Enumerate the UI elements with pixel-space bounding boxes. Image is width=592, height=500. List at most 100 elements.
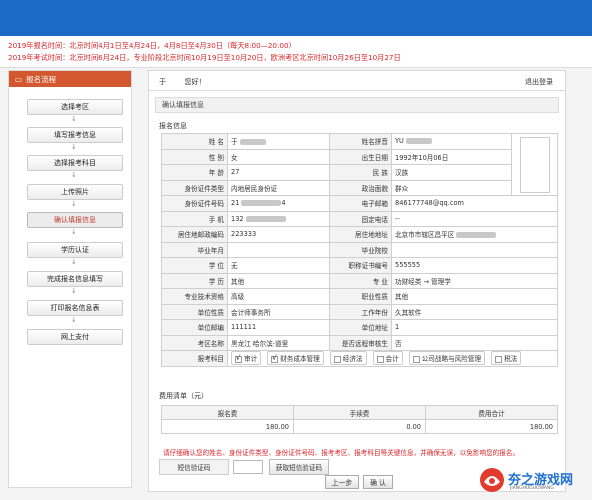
redaction bbox=[239, 139, 266, 146]
subject-strategy-risk[interactable]: 公司战略与风险管理 bbox=[408, 351, 486, 366]
table-row: 手 机 132 固定电话 -- bbox=[161, 210, 558, 227]
step-select-area[interactable]: 选择考区 bbox=[27, 99, 123, 115]
table-row: 单位邮编 111111 单位地址 1 bbox=[161, 319, 558, 336]
subject-audit[interactable]: 审计 bbox=[231, 351, 262, 366]
logout-link[interactable]: 退出登录 bbox=[525, 77, 553, 87]
step-online-payment[interactable]: 网上支付 bbox=[27, 329, 123, 345]
table-row: 180.00 0.00 180.00 bbox=[161, 419, 558, 434]
step-education-verify[interactable]: 学历认证 bbox=[27, 242, 123, 258]
major-value: 功财经类 → 管理学 bbox=[391, 272, 558, 289]
ethnic-value: 汉族 bbox=[391, 164, 512, 181]
subject-label: 公司战略与风险管理 bbox=[421, 355, 482, 364]
step-upload-photo[interactable]: 上传照片 bbox=[27, 184, 123, 200]
step-fill-info[interactable]: 填写报考信息 bbox=[27, 127, 123, 143]
table-row: 性 别 女 出生日期 1992年10月06日 bbox=[161, 148, 558, 165]
position-value: 其他 bbox=[391, 288, 558, 305]
education-value: 其他 bbox=[227, 272, 330, 289]
subject-economic-law[interactable]: 经济法 bbox=[329, 351, 367, 366]
notice-exam-time: 2019年考试时间：北京时间6月24日，专业阶段北京时间10月19日至10月20… bbox=[8, 53, 401, 62]
sms-code-input[interactable] bbox=[233, 460, 263, 474]
step-arrow-icon: ↓ bbox=[71, 143, 77, 151]
notice-registration-time: 2019年报名时间：北京时间4月1日至4月24日，4月8日至4月30日（每天8:… bbox=[8, 41, 296, 50]
pinyin-value-cell: YU bbox=[391, 133, 512, 150]
sidebar-header: ▭ 报名流程 bbox=[9, 71, 131, 87]
table-row: 报名费 手续费 费用合计 bbox=[161, 405, 558, 420]
step-complete-info[interactable]: 完成报名信息填写 bbox=[27, 271, 123, 287]
pinyin-label: 姓名拼音 bbox=[329, 133, 392, 150]
unitaddr-value: 1 bbox=[391, 319, 558, 336]
sms-code-label: 短信验证码 bbox=[159, 459, 229, 475]
idno-label: 身份证件号码 bbox=[161, 195, 228, 212]
watermark-logo-icon bbox=[480, 468, 504, 492]
registration-info-table: 姓 名 于 姓名拼音 YU 性 别 女 出生日期 1992年10月06日 年 龄… bbox=[161, 133, 558, 367]
unitpost-value: 111111 bbox=[227, 319, 330, 336]
birth-label: 出生日期 bbox=[329, 148, 392, 165]
area-label: 考区名称 bbox=[161, 334, 228, 351]
step-arrow-icon: ↓ bbox=[71, 115, 77, 123]
user-bar: 于 您好！ 退出登录 bbox=[149, 71, 565, 91]
subject-financial-management[interactable]: 财务成本管理 bbox=[267, 351, 324, 366]
checkbox-checked-icon bbox=[271, 355, 279, 363]
confirm-warning: 请仔细确认您的姓名、身份证件类型、身份证件号码、报考考区、报考科目等关键信息，并… bbox=[163, 449, 520, 457]
name-label: 姓 名 bbox=[161, 133, 228, 150]
name-value-cell: 于 bbox=[227, 133, 330, 150]
confirm-button[interactable]: 确 认 bbox=[363, 475, 393, 489]
sidebar-title: 报名流程 bbox=[26, 74, 57, 84]
worktime-value: 久其软件 bbox=[391, 303, 558, 320]
age-value: 27 bbox=[227, 164, 330, 181]
table-row: 专业技术资格 高级 职业性质 其他 bbox=[161, 288, 558, 305]
step-confirm-info[interactable]: 确认填报信息 bbox=[27, 212, 123, 228]
checkbox-checked-icon bbox=[235, 355, 242, 363]
mobile-value-cell: 132 bbox=[227, 210, 330, 227]
prev-step-button[interactable]: 上一步 bbox=[325, 475, 359, 489]
politics-label: 政治面貌 bbox=[329, 179, 392, 196]
id-photo bbox=[519, 136, 550, 193]
phone-value: -- bbox=[391, 210, 558, 227]
address-value: 北京市市辖区昌平区 bbox=[395, 231, 455, 240]
table-row: 身份证件号码 21 4 电子邮箱 846177748@qq.com bbox=[161, 195, 558, 212]
step-select-subjects[interactable]: 选择报考科目 bbox=[27, 155, 123, 171]
step-arrow-icon: ↓ bbox=[71, 228, 77, 236]
title-label: 专业技术资格 bbox=[161, 288, 228, 305]
fee-value: 0.00 bbox=[293, 419, 426, 434]
get-sms-code-button[interactable]: 获取短信验证码 bbox=[269, 459, 329, 475]
site-watermark: 夯之游戏网 JIANGHUGUOWANG bbox=[478, 466, 588, 496]
table-row: 身份证件类型 内地居民身份证 政治面貌 群众 bbox=[161, 179, 558, 196]
main-panel: 于 您好！ 退出登录 确认填报信息 报名信息 姓 名 于 姓名拼音 YU 性 别… bbox=[148, 70, 566, 492]
remote-label: 是否远程审核生 bbox=[329, 334, 392, 351]
photo-cell bbox=[511, 133, 558, 196]
checkbox-icon bbox=[495, 355, 503, 363]
degree-label: 学 位 bbox=[161, 257, 228, 274]
gradyear-value bbox=[227, 241, 330, 258]
unitaddr-label: 单位地址 bbox=[329, 319, 392, 336]
table-row: 毕业年月 毕业院校 bbox=[161, 241, 558, 258]
email-value: 846177748@qq.com bbox=[391, 195, 558, 212]
fee-header: 手续费 bbox=[293, 405, 426, 420]
subject-accounting[interactable]: 会计 bbox=[372, 351, 403, 366]
table-row: 姓 名 于 姓名拼音 YU bbox=[161, 133, 558, 196]
redaction bbox=[405, 138, 432, 145]
school-label: 毕业院校 bbox=[329, 241, 392, 258]
fee-table: 报名费 手续费 费用合计 180.00 0.00 180.00 bbox=[161, 405, 558, 434]
politics-value: 群众 bbox=[391, 179, 512, 196]
worktime-label: 工作年份 bbox=[329, 303, 392, 320]
email-label: 电子邮箱 bbox=[329, 195, 392, 212]
ethnic-label: 民 族 bbox=[329, 164, 392, 181]
table-row: 年 龄 27 民 族 汉族 bbox=[161, 164, 558, 181]
idno-value-cell: 21 4 bbox=[227, 195, 330, 212]
subject-tax-law[interactable]: 税法 bbox=[491, 351, 522, 366]
age-label: 年 龄 bbox=[161, 164, 228, 181]
table-row: 报考科目 审计 财务成本管理 经济法 会计 公司战略与风险管理 税法 bbox=[161, 350, 558, 367]
table-row: 考区名称 黑龙江 哈尔滨-道里 是否远程审核生 否 bbox=[161, 334, 558, 351]
idno-tail: 4 bbox=[281, 199, 286, 208]
table-row: 学 历 其他 专 业 功财经类 → 管理学 bbox=[161, 272, 558, 289]
fee-value: 180.00 bbox=[425, 419, 558, 434]
address-value-cell: 北京市市辖区昌平区 bbox=[391, 226, 558, 243]
fee-title: 费用清单（元） bbox=[159, 392, 208, 400]
table-row: 居住地邮政编码 223333 居住地地址 北京市市辖区昌平区 bbox=[161, 226, 558, 243]
step-arrow-icon: ↓ bbox=[71, 258, 77, 266]
step-arrow-icon: ↓ bbox=[71, 171, 77, 179]
step-print-form[interactable]: 打印报名信息表 bbox=[27, 300, 123, 316]
degree-value: 无 bbox=[227, 257, 330, 274]
remote-value: 否 bbox=[391, 334, 558, 351]
